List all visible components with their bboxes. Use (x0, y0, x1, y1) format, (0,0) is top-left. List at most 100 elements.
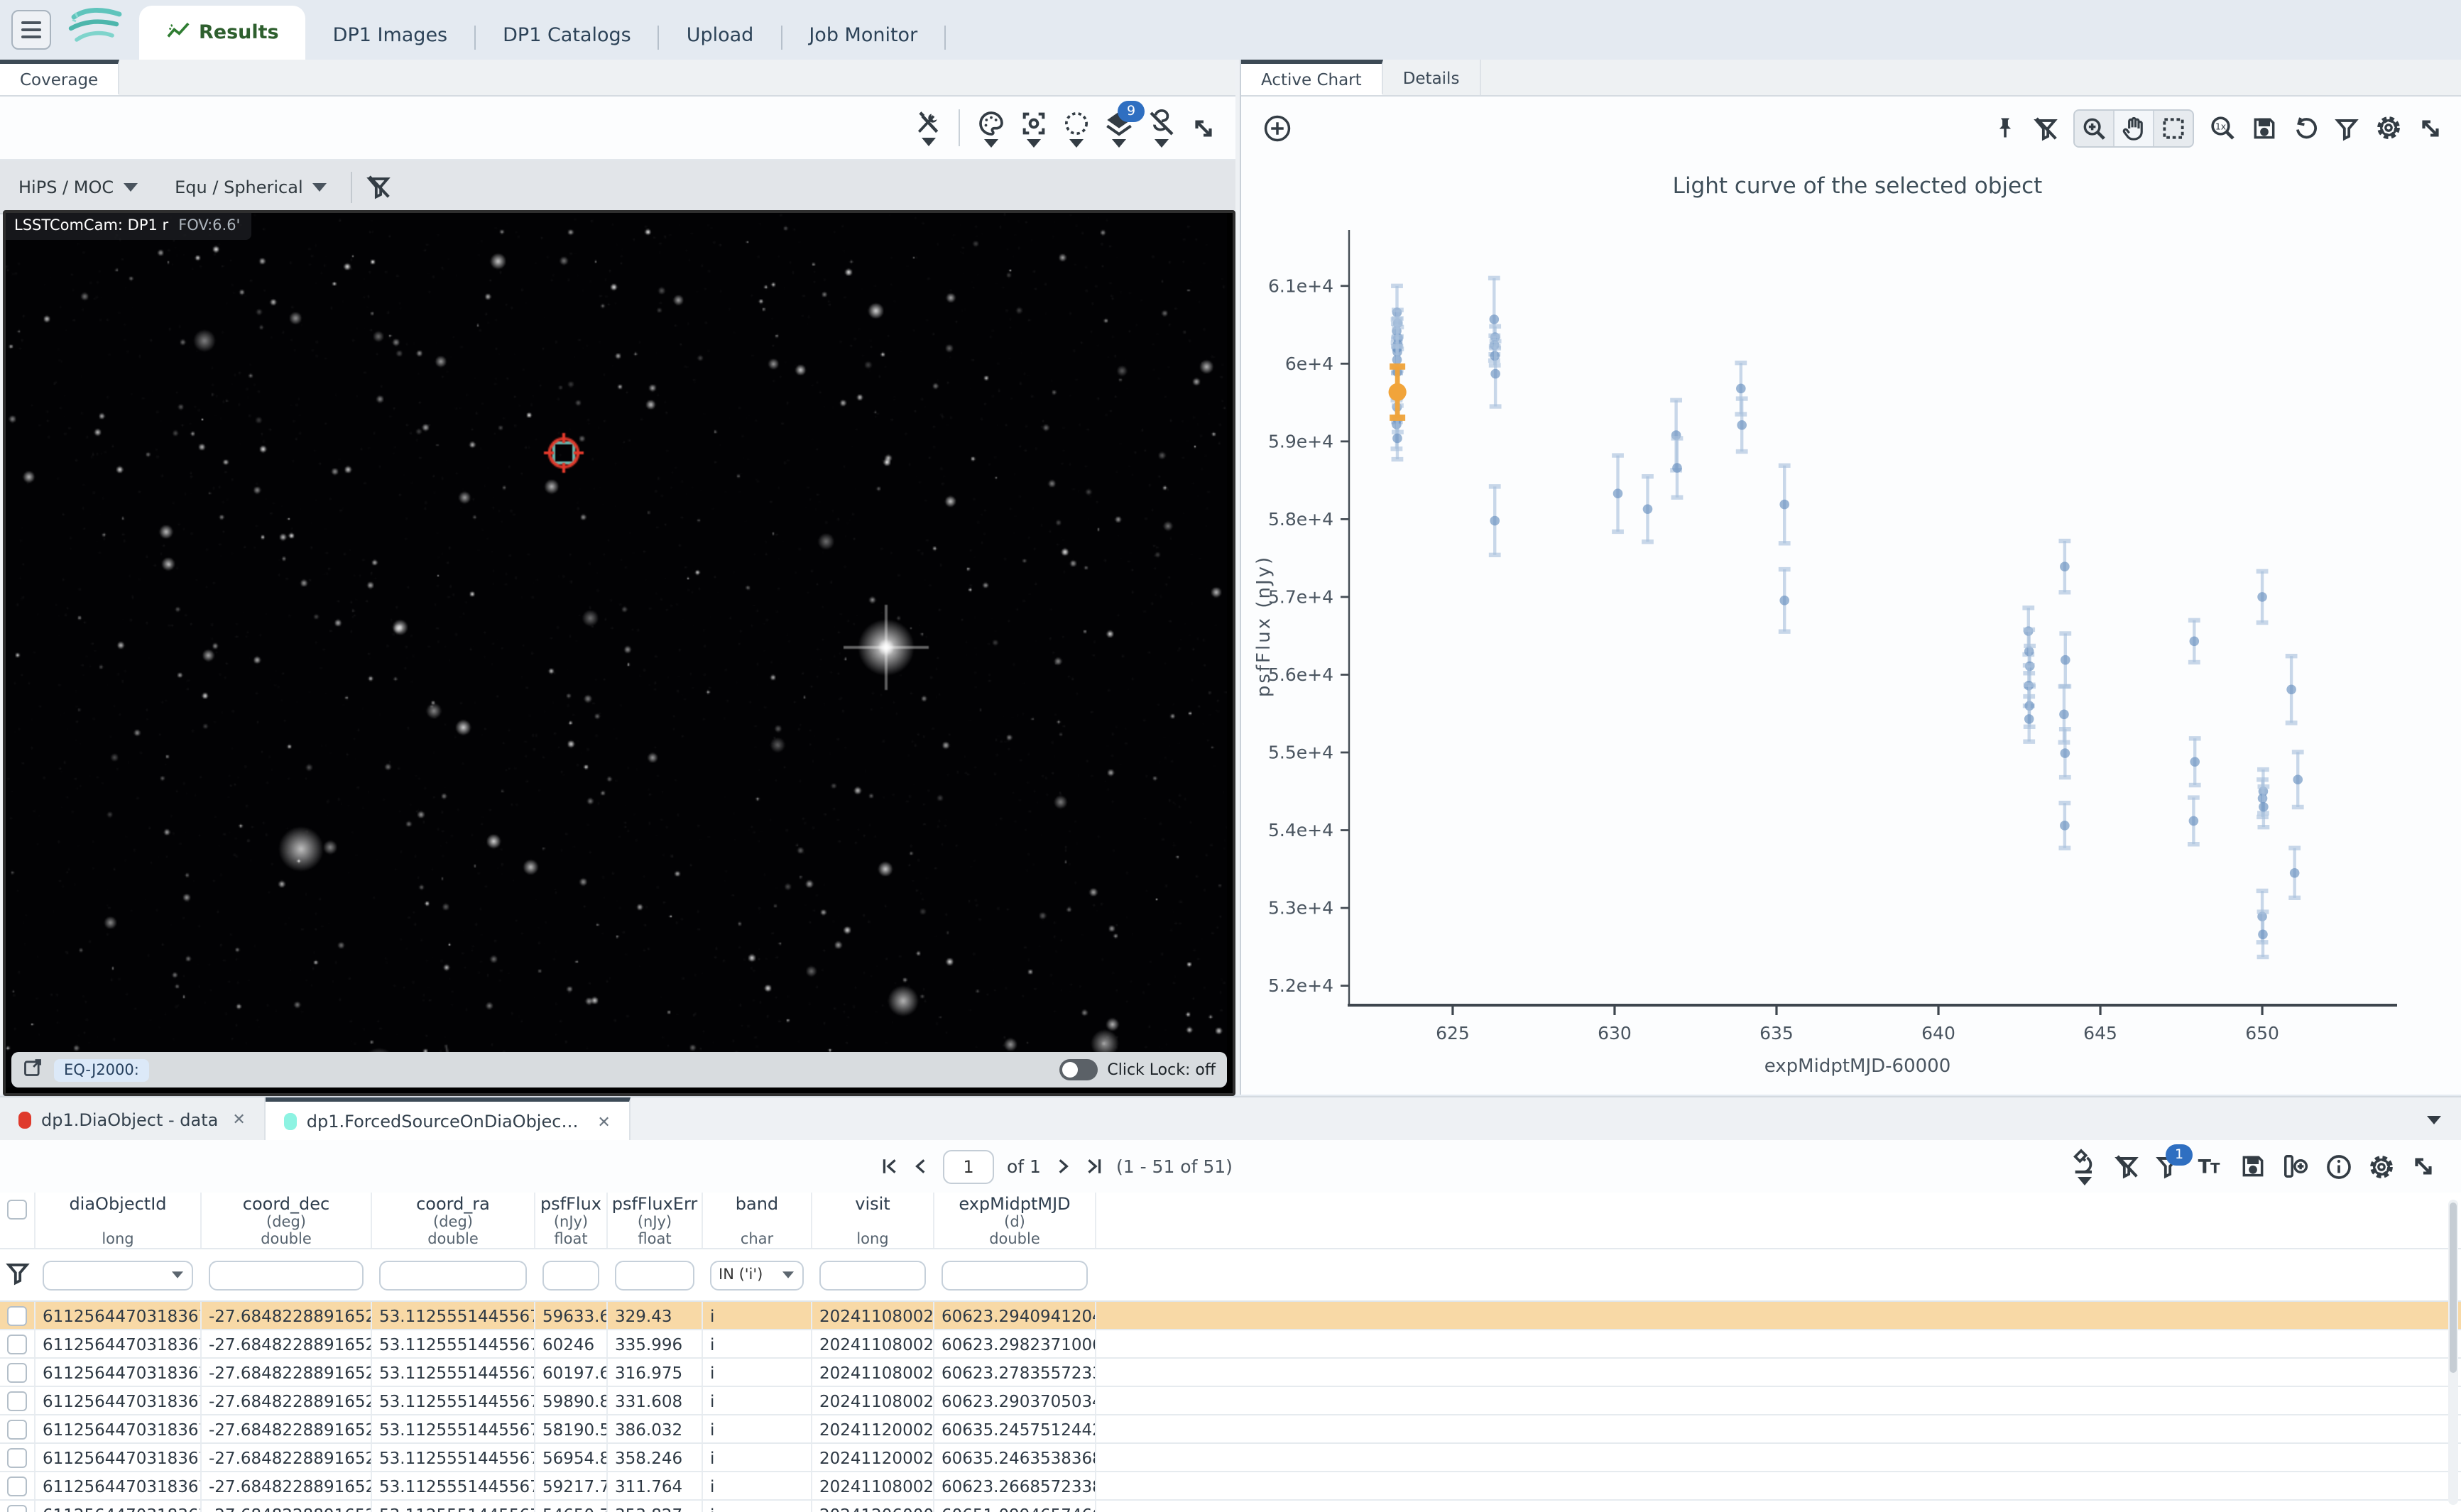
sky-image[interactable] (6, 213, 1227, 1088)
microscope-icon[interactable] (2070, 1147, 2099, 1185)
light-curve-chart[interactable]: Light curve of the selected object6.1e+4… (1241, 159, 2461, 1095)
filter-icon[interactable] (4, 1259, 31, 1291)
save-icon[interactable] (2239, 1153, 2266, 1180)
filter-icon[interactable] (2333, 114, 2360, 141)
row-checkbox[interactable] (7, 1504, 27, 1512)
text-format-icon[interactable]: TT (2195, 1153, 2225, 1180)
page-number-input[interactable] (943, 1149, 994, 1183)
table-tab-2[interactable]: dp1.ForcedSourceOnDiaObject...✕ (266, 1097, 631, 1141)
projection-dropdown[interactable]: Equ / Spherical (156, 177, 346, 197)
expand-icon[interactable] (2410, 1153, 2437, 1180)
filter-input-diaObjectId[interactable] (43, 1260, 193, 1290)
gear-icon[interactable] (2374, 114, 2403, 142)
layers-icon[interactable]: 9 (1105, 109, 1133, 147)
column-type: double (261, 1231, 312, 1248)
add-column-icon[interactable] (2281, 1153, 2310, 1180)
prev-page-button[interactable] (912, 1157, 930, 1176)
row-checkbox[interactable] (7, 1447, 27, 1467)
table-row[interactable]: 611256447031836758-27.6848228891652853.1… (0, 1444, 2461, 1472)
close-tab-icon[interactable]: ✕ (232, 1110, 245, 1129)
tab-active-chart[interactable]: Active Chart (1241, 60, 1383, 95)
filter-off-icon[interactable] (2113, 1153, 2140, 1180)
filter-input-expMidptMJD[interactable] (942, 1260, 1088, 1290)
column-unit: (nJy) (554, 1214, 588, 1231)
first-page-button[interactable] (880, 1157, 899, 1176)
zoom-in-icon[interactable] (2075, 110, 2115, 146)
filter-input-band[interactable]: IN ('i') (710, 1260, 804, 1290)
row-checkbox[interactable] (7, 1391, 27, 1410)
table-row[interactable]: 611256447031836758-27.6848228891652853.1… (0, 1415, 2461, 1444)
table-row[interactable]: 611256447031836758-27.6848228891652853.1… (0, 1330, 2461, 1359)
svg-text:625: 625 (1436, 1023, 1470, 1043)
tab-coverage[interactable]: Coverage (0, 60, 119, 95)
row-checkbox[interactable] (7, 1476, 27, 1496)
hand-icon[interactable] (2115, 110, 2154, 146)
layers-off-icon[interactable] (1147, 109, 1176, 147)
column-header-visit[interactable]: visit long (812, 1193, 934, 1248)
tab-job-monitor[interactable]: Job Monitor (782, 11, 944, 60)
column-header-band[interactable]: band char (703, 1193, 812, 1248)
column-header-psfFluxErr[interactable]: psfFluxErr(nJy)float (608, 1193, 703, 1248)
clear-filter-icon[interactable] (366, 173, 393, 200)
table-row[interactable]: 611256447031836758-27.6848228891652853.1… (0, 1302, 2461, 1330)
tables-menu-caret-icon[interactable] (2427, 1116, 2441, 1124)
tab-dp1-catalogs[interactable]: DP1 Catalogs (476, 11, 658, 60)
filter-input-psfFluxErr[interactable] (615, 1260, 694, 1290)
filter-input-coord_ra[interactable] (379, 1260, 527, 1290)
row-checkbox[interactable] (7, 1362, 27, 1382)
expand-icon[interactable] (2417, 114, 2444, 141)
row-checkbox[interactable] (7, 1334, 27, 1354)
table-tabbar: dp1.DiaObject - data✕dp1.ForcedSourceOnD… (0, 1096, 2461, 1141)
tab-upload[interactable]: Upload (660, 11, 781, 60)
zoom-1x-icon[interactable]: 1x (2208, 114, 2237, 142)
table-row[interactable]: 611256447031836758-27.6848228891652853.1… (0, 1387, 2461, 1415)
sky-image-view[interactable]: LSSTComCam: DP1 r FOV:6.6' EQ-J2000: Cli… (3, 210, 1235, 1096)
select-all-checkbox[interactable] (7, 1200, 27, 1220)
tab-dp1-images[interactable]: DP1 Images (306, 11, 474, 60)
table-row[interactable]: 611256447031836758-27.6848228891652853.1… (0, 1501, 2461, 1512)
pin-icon[interactable] (1992, 115, 2018, 141)
rotate-icon[interactable] (2292, 114, 2319, 141)
tools-icon[interactable] (915, 109, 942, 146)
plus-circle-icon[interactable] (1262, 113, 1292, 143)
rect-select-icon[interactable] (2154, 110, 2193, 146)
tab-results[interactable]: Results (139, 6, 306, 60)
hamburger-menu-button[interactable] (11, 10, 51, 50)
table-row[interactable]: 611256447031836758-27.6848228891652853.1… (0, 1472, 2461, 1501)
filter-icon[interactable]: 1 (2154, 1153, 2181, 1180)
filter-off-icon[interactable] (2032, 114, 2059, 141)
cell-coord_dec: -27.68482288916528 (202, 1302, 372, 1329)
filter-input-psfFlux[interactable] (542, 1260, 599, 1290)
mode-button-group (2073, 109, 2194, 147)
column-header-diaObjectId[interactable]: diaObjectId long (36, 1193, 202, 1248)
cell-psfFluxErr: 335.996 (608, 1330, 703, 1357)
gear-icon[interactable] (2367, 1152, 2396, 1180)
table-scrollbar[interactable] (2448, 1200, 2458, 1505)
circle-select-icon[interactable] (1062, 109, 1091, 147)
filter-input-coord_dec[interactable] (209, 1260, 364, 1290)
filter-input-visit[interactable] (819, 1260, 926, 1290)
save-icon[interactable] (2251, 114, 2278, 141)
column-name: band (736, 1195, 778, 1214)
table-tab-1[interactable]: dp1.DiaObject - data✕ (0, 1097, 266, 1141)
close-tab-icon[interactable]: ✕ (597, 1112, 610, 1131)
expand-icon[interactable] (1190, 114, 1217, 141)
last-page-button[interactable] (1085, 1157, 1103, 1176)
column-header-expMidptMJD[interactable]: expMidptMJD(d)double (934, 1193, 1096, 1248)
column-header-coord_dec[interactable]: coord_dec(deg)double (202, 1193, 372, 1248)
click-lock-toggle[interactable] (1059, 1059, 1097, 1080)
info-icon[interactable] (2325, 1152, 2353, 1180)
center-icon[interactable] (1020, 109, 1048, 147)
row-checkbox[interactable] (7, 1305, 27, 1325)
hips-moc-dropdown[interactable]: HiPS / MOC (0, 177, 156, 197)
column-header-coord_ra[interactable]: coord_ra(deg)double (372, 1193, 535, 1248)
column-header-psfFlux[interactable]: psfFlux(nJy)float (535, 1193, 608, 1248)
tab-details[interactable]: Details (1383, 60, 1481, 95)
next-page-button[interactable] (1054, 1157, 1072, 1176)
table-row[interactable]: 611256447031836758-27.6848228891652853.1… (0, 1359, 2461, 1387)
row-checkbox[interactable] (7, 1419, 27, 1439)
palette-icon[interactable] (977, 109, 1005, 147)
cell-visit: 2024110800257 (812, 1472, 934, 1499)
svg-text:5.5e+4: 5.5e+4 (1268, 743, 1333, 763)
external-link-icon[interactable] (23, 1056, 43, 1083)
